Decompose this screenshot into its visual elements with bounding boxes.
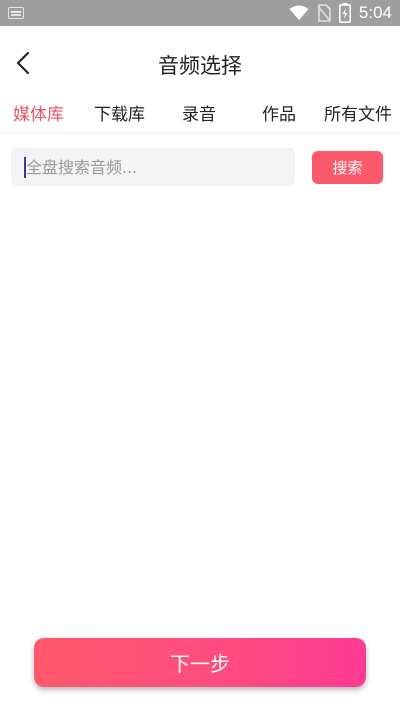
tab-works[interactable]: 作品 <box>262 100 296 125</box>
status-time: 5:04 <box>358 3 392 22</box>
tabs-divider <box>0 132 400 133</box>
search-box <box>11 148 295 186</box>
status-icons: 5:04 <box>289 2 392 24</box>
search-input[interactable] <box>11 148 295 186</box>
page-title: 音频选择 <box>158 54 242 78</box>
next-step-button[interactable]: 下一步 <box>34 638 366 687</box>
tab-media-library[interactable]: 媒体库 <box>13 100 64 125</box>
keyboard-icon <box>8 7 24 19</box>
text-cursor <box>24 157 26 178</box>
status-bar: 5:04 <box>0 0 400 26</box>
no-sim-icon <box>317 4 331 22</box>
wifi-icon <box>289 5 309 20</box>
audio-list <box>0 200 400 620</box>
battery-icon <box>338 3 351 23</box>
tab-bar: 媒体库 下载库 录音 作品 所有文件 <box>0 94 400 132</box>
search-button[interactable]: 搜索 <box>312 151 383 184</box>
tab-all-files[interactable]: 所有文件 <box>324 100 392 125</box>
tab-recordings[interactable]: 录音 <box>182 100 216 125</box>
tab-downloads[interactable]: 下载库 <box>94 100 145 125</box>
header: 音频选择 <box>0 36 400 90</box>
